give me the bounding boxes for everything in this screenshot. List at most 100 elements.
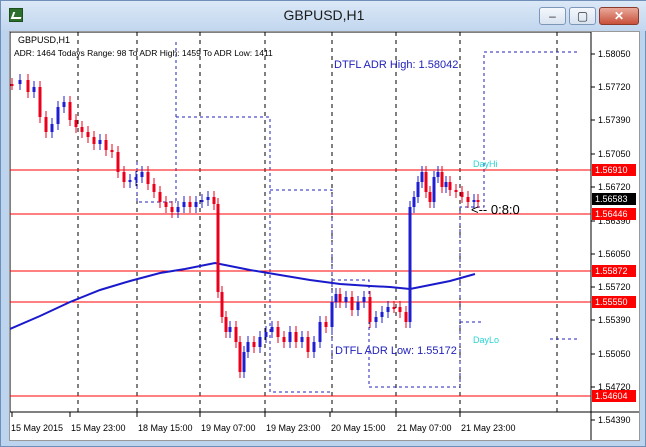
candle-body <box>152 184 156 192</box>
candle-body <box>392 307 396 309</box>
candle-body <box>306 337 310 352</box>
candle-body <box>38 87 42 117</box>
price-chart[interactable]: GBPUSD,H1 ADR: 1464 Todays Range: 98 To … <box>9 31 639 440</box>
candle-body <box>176 207 180 212</box>
candle-body <box>10 84 14 86</box>
candle-body <box>234 327 238 342</box>
pips-countdown-label: <-- 0:8:0 <box>471 202 520 217</box>
candle-body <box>258 337 262 347</box>
time-tick-label: 19 May 07:00 <box>201 423 256 433</box>
candle-body <box>74 120 78 127</box>
chart-area[interactable]: GBPUSD,H1 ADR: 1464 Todays Range: 98 To … <box>9 31 640 441</box>
adr-low-label: DTFL ADR Low: 1.55172 <box>335 345 457 357</box>
plot-frame <box>9 31 592 413</box>
candle-body <box>62 102 66 107</box>
candle-body <box>200 200 204 202</box>
level-price-text: 1.56910 <box>595 165 628 175</box>
candle-body <box>344 297 348 302</box>
candle-body <box>368 297 372 322</box>
candle-body <box>428 192 432 202</box>
candle-body <box>238 342 242 372</box>
level-price-text: 1.55872 <box>595 266 628 276</box>
candle-body <box>362 297 366 302</box>
close-icon: ✕ <box>613 9 625 23</box>
maximize-icon: ▢ <box>576 9 589 23</box>
candle-body <box>86 132 90 137</box>
candle-body <box>408 207 412 322</box>
candle-body <box>224 317 228 332</box>
candle-body <box>330 302 334 327</box>
candle-body <box>18 80 22 84</box>
dayhi-label: DayHi <box>473 159 498 169</box>
candle-body <box>26 80 30 92</box>
time-tick-label: 15 May 23:00 <box>71 423 126 433</box>
symbol-label: GBPUSD,H1 <box>18 35 70 45</box>
candle-body <box>104 140 108 150</box>
minimize-button[interactable]: – <box>539 7 566 25</box>
candle-body <box>436 172 440 177</box>
candle-body <box>128 180 132 182</box>
time-tick-label: 20 May 15:00 <box>331 423 386 433</box>
candle-body <box>264 332 268 337</box>
candle-body <box>80 127 84 132</box>
candle-body <box>170 207 174 212</box>
candle-body <box>182 202 186 207</box>
candle-body <box>312 342 316 352</box>
price-tick-label: 1.56720 <box>598 182 631 192</box>
price-tick-label: 1.56050 <box>598 249 631 259</box>
candle-body <box>140 172 144 177</box>
price-tick-label: 1.57050 <box>598 149 631 159</box>
price-axis: 1.580501.577201.573901.570501.567201.563… <box>591 49 631 425</box>
candle-body <box>398 307 402 312</box>
candle-body <box>416 182 420 197</box>
level-price-text: 1.55550 <box>595 297 628 307</box>
candle-body <box>216 204 220 292</box>
maximize-button[interactable]: ▢ <box>569 7 596 25</box>
candle-body <box>220 292 224 317</box>
candle-body <box>252 342 256 347</box>
price-tick-label: 1.55050 <box>598 349 631 359</box>
time-tick-label: 19 May 23:00 <box>266 423 321 433</box>
candle-body <box>404 312 408 322</box>
candle-body <box>386 307 390 312</box>
minimize-icon: – <box>549 9 556 23</box>
close-button[interactable]: ✕ <box>599 7 639 25</box>
candle-body <box>110 150 114 152</box>
candle-body <box>460 192 464 197</box>
candle-body <box>448 182 452 190</box>
time-axis: 15 May 2015 15 May 23:00 18 May 15:00 19 Ma… <box>11 412 516 433</box>
time-tick-label: 21 May 23:00 <box>461 423 516 433</box>
candle-body <box>56 107 60 124</box>
candle-body <box>288 332 292 342</box>
candle-body <box>420 172 424 182</box>
candle-body <box>146 172 150 184</box>
price-tick-label: 1.57720 <box>598 82 631 92</box>
time-tick-label: 21 May 07:00 <box>397 423 452 433</box>
candle-body <box>440 172 444 187</box>
candle-body <box>334 294 338 302</box>
daylo-label: DayLo <box>473 335 499 345</box>
adr-indicator-text: ADR: 1464 Todays Range: 98 To ADR High: … <box>14 48 273 58</box>
candle-body <box>282 337 286 342</box>
price-tick-label: 1.54390 <box>598 415 631 425</box>
candle-body <box>424 172 428 192</box>
price-tick-label: 1.58050 <box>598 49 631 59</box>
candle-body <box>338 294 342 302</box>
title-bar[interactable]: GBPUSD,H1 – ▢ ✕ <box>1 1 646 31</box>
level-price-text: 1.54604 <box>595 391 628 401</box>
candle-body <box>206 197 210 200</box>
candle-body <box>212 197 216 204</box>
candle-body <box>412 197 416 207</box>
candle-body <box>270 327 274 332</box>
candle-body <box>276 327 280 337</box>
level-price-text: 1.56446 <box>595 209 628 219</box>
candle-body <box>350 297 354 310</box>
candle-body <box>228 327 232 332</box>
candle-body <box>44 117 48 132</box>
candle-body <box>98 140 102 144</box>
candle-body <box>380 312 384 317</box>
price-tick-label: 1.55720 <box>598 282 631 292</box>
candle-body <box>50 124 54 132</box>
candle-body <box>68 102 72 120</box>
candle-body <box>194 202 198 207</box>
